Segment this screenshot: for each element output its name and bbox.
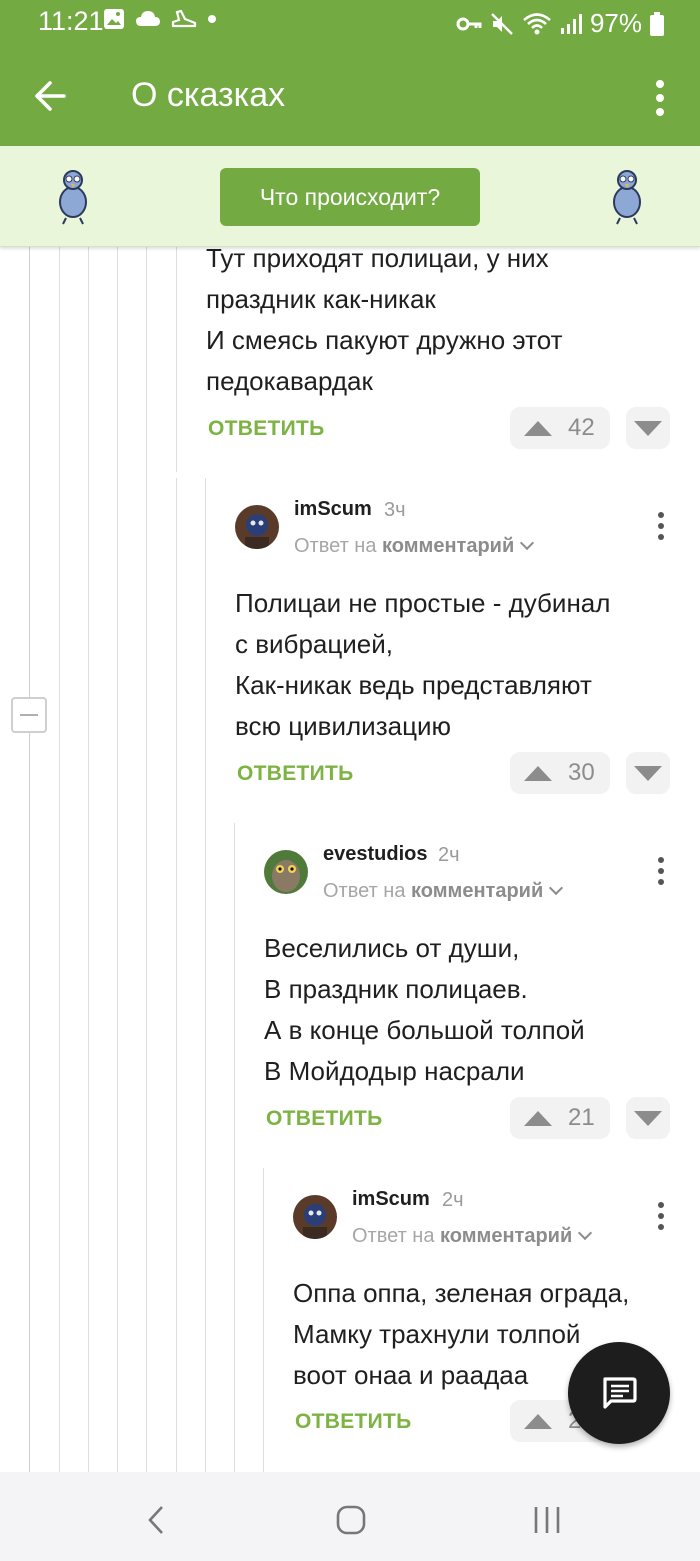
thread-line[interactable] (176, 247, 177, 472)
back-arrow-icon[interactable] (30, 76, 70, 116)
shoe-icon (171, 9, 197, 28)
downvote-button[interactable] (626, 1097, 670, 1139)
triangle-up-icon (524, 765, 552, 781)
reply-to-target: комментарий (382, 535, 515, 557)
collapse-thread-button[interactable] (11, 697, 47, 733)
reply-button[interactable]: ОТВЕТИТЬ (266, 1107, 383, 1131)
avatar[interactable] (264, 850, 308, 894)
thread-line[interactable] (29, 247, 30, 1472)
comment-icon (603, 1377, 637, 1409)
chevron-down-icon (549, 880, 564, 896)
thread-line[interactable] (88, 247, 89, 1472)
vote-count: 21 (568, 1104, 595, 1131)
triangle-down-icon (634, 420, 662, 436)
comment-more-icon[interactable] (656, 856, 666, 886)
reply-button[interactable]: ОТВЕТИТЬ (208, 417, 325, 441)
status-time: 11:21 (38, 6, 104, 36)
comment-more-icon[interactable] (656, 511, 666, 541)
reply-button[interactable]: ОТВЕТИТЬ (237, 762, 354, 786)
pigeon-mascot-icon (59, 170, 87, 225)
reply-to-prefix: Ответ на (294, 535, 377, 557)
avatar-evestudios-image (264, 850, 308, 894)
comment-time: 2ч (438, 844, 460, 866)
thread-line[interactable] (59, 247, 60, 1472)
comment-time: 3ч (384, 499, 406, 521)
key-icon (456, 17, 482, 30)
gallery-icon (104, 9, 124, 29)
signal-icon (560, 13, 582, 34)
status-bar: 11:21 97% (0, 0, 700, 46)
chevron-down-icon (520, 535, 535, 551)
comment-more-icon[interactable] (656, 1201, 666, 1231)
mute-icon (491, 12, 513, 35)
reply-to-prefix: Ответ на (323, 880, 406, 902)
triangle-down-icon (634, 1110, 662, 1126)
cloud-icon (136, 11, 160, 26)
nav-back-icon[interactable] (146, 1505, 166, 1535)
page-title: О сказках (131, 76, 286, 114)
whats-happening-banner: Что происходит? (0, 146, 700, 247)
comment-time: 2ч (442, 1189, 464, 1211)
chevron-down-icon (578, 1225, 593, 1241)
triangle-up-icon (524, 1110, 552, 1126)
battery-percent: 97% (589, 8, 642, 38)
whats-happening-button[interactable]: Что происходит? (220, 168, 480, 226)
comment-text: Тут приходят полицаи, у них праздник как… (206, 243, 563, 396)
status-left-icons (103, 8, 217, 30)
battery-icon (650, 11, 664, 36)
comment-author[interactable]: imScum (294, 498, 372, 521)
vote-count: 30 (568, 759, 595, 786)
upvote-button[interactable]: 30 (510, 752, 610, 794)
wifi-icon (523, 12, 551, 34)
vote-count: 42 (568, 414, 595, 441)
nav-home-icon[interactable] (336, 1505, 366, 1535)
comment-author[interactable]: imScum (352, 1188, 430, 1211)
thread-line[interactable] (263, 1168, 264, 1472)
reply-to-prefix: Ответ на (352, 1225, 435, 1247)
nav-recents-icon[interactable] (532, 1506, 562, 1534)
minus-icon (20, 714, 38, 716)
comment-text: Веселились от души, В праздник полицаев.… (264, 933, 585, 1086)
thread-line[interactable] (117, 247, 118, 1472)
avatar-imscum-image (235, 505, 279, 549)
avatar[interactable] (235, 505, 279, 549)
comment-author[interactable]: evestudios (323, 843, 427, 866)
reply-to-target: комментарий (411, 880, 544, 902)
dot-icon (208, 15, 216, 23)
triangle-down-icon (634, 765, 662, 781)
reply-to-link[interactable]: Ответ на комментарий (294, 535, 535, 558)
thread-line[interactable] (176, 478, 177, 1472)
triangle-up-icon (524, 1413, 552, 1429)
more-vertical-icon[interactable] (650, 78, 670, 118)
reply-to-link[interactable]: Ответ на комментарий (352, 1225, 593, 1248)
app-bar: О сказках (0, 46, 700, 146)
comment-text: Полицаи не простые - дубинал с вибрацией… (235, 588, 611, 741)
downvote-button[interactable] (626, 407, 670, 449)
thread-line[interactable] (146, 247, 147, 1472)
system-nav-bar (0, 1472, 700, 1561)
avatar[interactable] (293, 1195, 337, 1239)
new-comment-fab[interactable] (568, 1342, 670, 1444)
thread-line[interactable] (234, 823, 235, 1472)
avatar-imscum-image (293, 1195, 337, 1239)
thread-line[interactable] (205, 478, 206, 1472)
pigeon-mascot-icon (613, 170, 641, 225)
upvote-button[interactable]: 42 (510, 407, 610, 449)
reply-button[interactable]: ОТВЕТИТЬ (295, 1410, 412, 1434)
reply-to-link[interactable]: Ответ на комментарий (323, 880, 564, 903)
downvote-button[interactable] (626, 752, 670, 794)
status-right-icons: 97% (456, 8, 664, 39)
triangle-up-icon (524, 420, 552, 436)
upvote-button[interactable]: 21 (510, 1097, 610, 1139)
reply-to-target: комментарий (440, 1225, 573, 1247)
